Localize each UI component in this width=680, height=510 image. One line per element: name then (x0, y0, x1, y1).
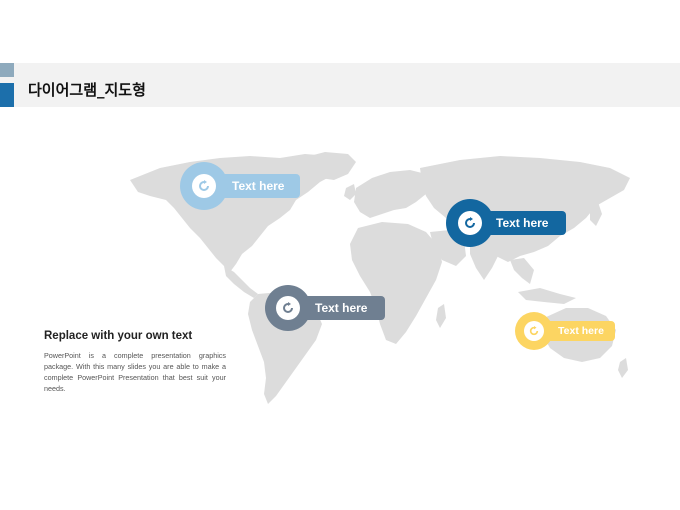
refresh-icon (199, 180, 209, 191)
indonesia-shape (518, 288, 576, 304)
uk-shape (344, 184, 356, 200)
header-accent-light (0, 63, 14, 77)
page-title: 다이어그램_지도형 (28, 81, 146, 99)
pin-south-america[interactable]: Text here (265, 285, 387, 331)
pin-asia[interactable]: Text here (446, 199, 570, 247)
pin-north-america[interactable]: Text here (180, 162, 302, 210)
se-asia-shape (510, 258, 534, 284)
pin-north-america-label: Text here (232, 179, 285, 193)
pin-south-america-icon-bg (276, 296, 300, 320)
pin-australia[interactable]: Text here (515, 312, 617, 350)
pin-australia-label: Text here (558, 325, 604, 337)
pin-north-america-icon-bg (192, 174, 216, 198)
pin-asia-icon-bg (458, 211, 482, 235)
new-zealand-shape (618, 358, 628, 378)
central-america-shape (224, 266, 258, 298)
description-title: Replace with your own text (44, 330, 193, 342)
pin-asia-label: Text here (496, 216, 549, 230)
refresh-icon (529, 326, 539, 336)
japan-shape (590, 202, 602, 226)
pin-south-america-label: Text here (315, 301, 368, 315)
description-body: PowerPoint is a complete presentation gr… (44, 351, 226, 393)
refresh-icon (283, 302, 293, 313)
refresh-icon (465, 217, 475, 228)
madagascar-shape (436, 304, 446, 328)
header-accent-dark (0, 83, 14, 107)
pin-australia-icon-bg (524, 321, 544, 341)
